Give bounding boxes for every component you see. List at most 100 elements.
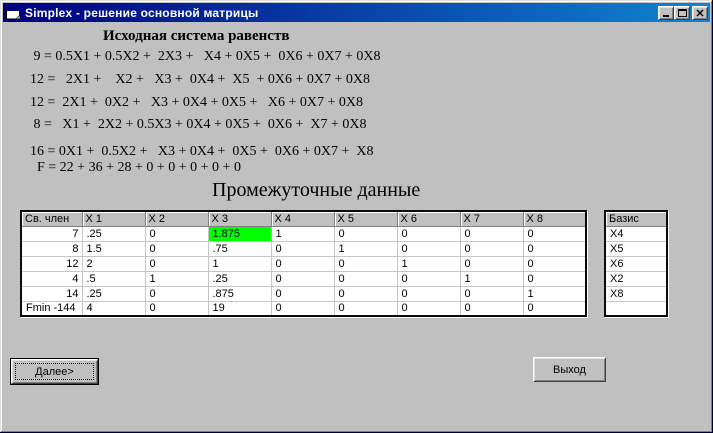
grid-cell[interactable]: 1 <box>523 286 587 302</box>
simplex-grid[interactable]: Св. член X 1X 2X 3X 4X 5X 6X 7X 8 7.25 0 1.8… <box>20 210 587 317</box>
equation-list: 9 = 0.5X1 + 0.5X2 + 2X3 + X4 + 0X5 + 0X6… <box>30 49 381 176</box>
header-row: Св. член X 1X 2X 3X 4X 5X 6X 7X 8 <box>21 211 587 227</box>
app-window: Simplex - решение основной матрицы Исход… <box>0 0 713 433</box>
grid-cell[interactable]: 0 <box>397 226 461 242</box>
table-row: X2 <box>605 271 668 287</box>
grid-cell[interactable]: 0 <box>397 286 461 302</box>
column-header: Св. член <box>21 211 83 227</box>
grid-cell[interactable]: 0 <box>523 256 587 272</box>
grid-cell[interactable]: 0 <box>271 256 335 272</box>
grid-cell[interactable]: 0 <box>523 271 587 287</box>
grid-cell[interactable]: 0 <box>397 301 461 317</box>
grid-cell[interactable]: X6 <box>605 256 668 272</box>
next-button-label: Далее> <box>35 365 74 378</box>
grid-cell[interactable]: 0 <box>460 241 524 257</box>
grid-cell[interactable]: .25 <box>208 271 272 287</box>
grid-cell[interactable]: 1.875 <box>208 226 272 242</box>
grid-cell[interactable]: 0 <box>271 271 335 287</box>
grid-cell[interactable]: 0 <box>334 226 398 242</box>
table-row: X8 <box>605 286 668 302</box>
title-bar[interactable]: Simplex - решение основной матрицы <box>3 3 710 22</box>
initial-system-heading: Исходная система равенств <box>103 28 290 44</box>
caption-buttons <box>658 5 708 20</box>
grid-cell[interactable]: .25 <box>82 226 146 242</box>
grid-cell[interactable]: 0 <box>460 226 524 242</box>
column-header: X 4 <box>271 211 335 227</box>
grid-cell[interactable]: 1 <box>271 226 335 242</box>
equation-line: 9 = 0.5X1 + 0.5X2 + 2X3 + X4 + 0X5 + 0X6… <box>30 49 381 64</box>
grid-cell[interactable]: .875 <box>208 286 272 302</box>
grid-cell[interactable]: 0 <box>334 271 398 287</box>
grid-cell[interactable]: 14 <box>21 286 83 302</box>
grid-cell[interactable]: 0 <box>523 241 587 257</box>
maximize-icon <box>677 9 687 17</box>
table-row: 12 2 0 1 0 0 1 0 0 <box>21 256 587 272</box>
grid-cell[interactable]: 0 <box>334 301 398 317</box>
grid-cell[interactable]: 0 <box>334 256 398 272</box>
grid-cell[interactable]: 0 <box>523 301 587 317</box>
column-header: X 2 <box>145 211 209 227</box>
form-icon <box>6 6 21 19</box>
close-icon <box>696 8 704 17</box>
grid-cell[interactable]: .75 <box>208 241 272 257</box>
grid-cell[interactable]: 4 <box>21 271 83 287</box>
basis-grid[interactable]: Базис X4 X5 X6 X2 X8 <box>604 210 668 317</box>
exit-button[interactable]: Выход <box>533 357 606 382</box>
grid-cell[interactable]: 0 <box>145 301 209 317</box>
grid-cell[interactable]: 0 <box>460 286 524 302</box>
header-row: Базис <box>605 211 668 227</box>
minimize-icon <box>663 14 669 17</box>
grid-cell[interactable]: 8 <box>21 241 83 257</box>
minimize-button[interactable] <box>658 5 674 20</box>
grid-cell[interactable]: 0 <box>145 226 209 242</box>
equation-line: 12 = 2X1 + 0X2 + X3 + 0X4 + 0X5 + X6 + 0… <box>30 95 364 110</box>
grid-cell[interactable]: 1.5 <box>82 241 146 257</box>
grid-cell[interactable]: 7 <box>21 226 83 242</box>
maximize-button[interactable] <box>674 5 690 20</box>
equation-line: 16 = 0X1 + 0.5X2 + X3 + 0X4 + 0X5 + 0X6 … <box>30 144 374 159</box>
grid-cell[interactable] <box>605 301 668 317</box>
grid-cell[interactable]: X5 <box>605 241 668 257</box>
intermediate-data-heading: Промежуточные данные <box>212 179 421 201</box>
column-header: X 5 <box>334 211 398 227</box>
grid-cell[interactable]: 12 <box>21 256 83 272</box>
grid-cell[interactable]: 4 <box>82 301 146 317</box>
grid-cell[interactable]: X8 <box>605 286 668 302</box>
close-button[interactable] <box>692 5 708 20</box>
grid-cell[interactable]: 0 <box>145 241 209 257</box>
grid-cell[interactable]: X4 <box>605 226 668 242</box>
grid-cell[interactable]: 0 <box>523 226 587 242</box>
exit-button-label: Выход <box>553 363 586 376</box>
grid-cell[interactable]: 0 <box>145 286 209 302</box>
grid-cell[interactable]: X2 <box>605 271 668 287</box>
grid-cell[interactable]: 1 <box>460 271 524 287</box>
grid-cell[interactable]: Fmin -144 <box>21 301 83 317</box>
next-button[interactable]: Далее> <box>11 359 98 384</box>
grid-cell[interactable]: 0 <box>271 241 335 257</box>
grid-cell[interactable]: 19 <box>208 301 272 317</box>
grid-cell[interactable]: 1 <box>397 256 461 272</box>
column-header: X 7 <box>460 211 524 227</box>
grid-cell[interactable]: 0 <box>460 301 524 317</box>
table-row: X6 <box>605 256 668 272</box>
grid-cell[interactable]: 1 <box>334 241 398 257</box>
table-row: 4.5 1.25 0 0 0 1 0 <box>21 271 587 287</box>
grid-cell[interactable]: 0 <box>397 271 461 287</box>
grid-cell[interactable]: 0 <box>460 256 524 272</box>
grid-cell[interactable]: 0 <box>271 286 335 302</box>
table-row: Fmin -144 4 0 19 0 0 0 0 0 <box>21 301 587 317</box>
grid-cell[interactable]: .25 <box>82 286 146 302</box>
grid-cell[interactable]: 2 <box>82 256 146 272</box>
grid-cell[interactable]: 0 <box>271 301 335 317</box>
grid-cell[interactable]: 1 <box>145 271 209 287</box>
grid-cell[interactable]: 0 <box>145 256 209 272</box>
table-row: 8 1.5 0.75 0 1 0 0 0 <box>21 241 587 257</box>
column-header: X 8 <box>523 211 587 227</box>
table-row: X4 <box>605 226 668 242</box>
window-title: Simplex - решение основной матрицы <box>25 5 259 20</box>
grid-cell[interactable]: 1 <box>208 256 272 272</box>
grid-cell[interactable]: 0 <box>397 241 461 257</box>
grid-cell[interactable]: 0 <box>334 286 398 302</box>
grid-cell[interactable]: .5 <box>82 271 146 287</box>
column-header: X 6 <box>397 211 461 227</box>
